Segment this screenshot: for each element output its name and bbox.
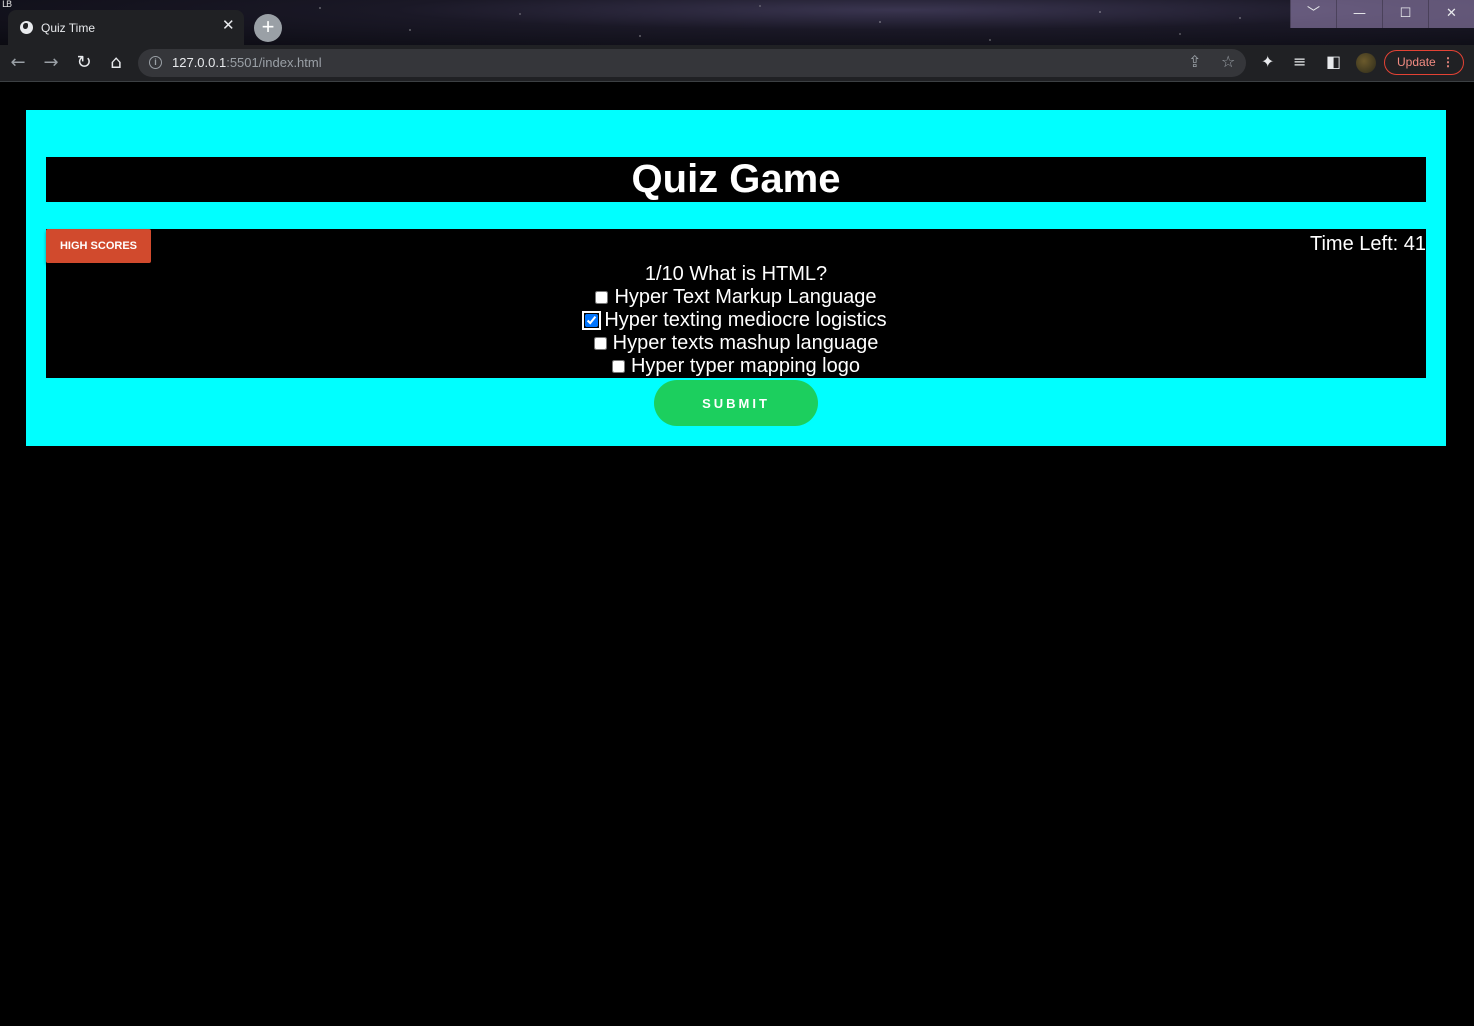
tab-search-icon[interactable]: ﹀	[1290, 0, 1336, 28]
browser-toolbar: ← → ↻ ⌂ i 127.0.0.1:5501/index.html ⇪ ☆ …	[0, 45, 1474, 82]
globe-icon	[20, 21, 33, 34]
share-icon[interactable]: ⇪	[1188, 52, 1201, 71]
close-tab-icon[interactable]: ✕	[222, 18, 235, 33]
choice-label: Hyper texting mediocre logistics	[604, 309, 887, 331]
address-bar[interactable]: i 127.0.0.1:5501/index.html ⇪ ☆	[138, 49, 1246, 77]
choice-checkbox[interactable]	[595, 291, 609, 304]
choice-item[interactable]: Hyper Text Markup Language	[46, 286, 1426, 309]
browser-tab[interactable]: Quiz Time ✕	[8, 10, 244, 45]
choice-checkbox[interactable]	[593, 337, 607, 350]
more-menu-icon[interactable]: ⋮	[1442, 51, 1454, 74]
update-button[interactable]: Update ⋮	[1384, 50, 1464, 75]
choice-checkbox[interactable]	[582, 311, 602, 330]
profile-avatar[interactable]	[1356, 53, 1376, 73]
close-window-icon[interactable]: ✕	[1428, 0, 1474, 28]
title-bar: Quiz Game	[46, 157, 1426, 202]
quiz-box: HIGH SCORES Time Left: 41 1/10 What is H…	[46, 229, 1426, 378]
choice-list: Hyper Text Markup Language Hyper texting…	[46, 286, 1426, 378]
browser-titlebar: LB Quiz Time ✕ + ﹀ — ☐ ✕	[0, 0, 1474, 45]
side-panel-icon[interactable]: ◧	[1326, 52, 1341, 71]
bookmark-star-icon[interactable]: ☆	[1221, 52, 1235, 71]
media-icon[interactable]: ≡	[1293, 52, 1306, 71]
submit-button[interactable]: SUBMIT	[654, 380, 818, 426]
back-icon[interactable]: ←	[6, 51, 30, 75]
home-icon[interactable]: ⌂	[104, 51, 128, 75]
window-controls: ﹀ — ☐ ✕	[1290, 0, 1474, 28]
choice-item[interactable]: Hyper texting mediocre logistics	[46, 309, 1426, 332]
question-text: 1/10 What is HTML?	[644, 263, 828, 285]
url-text: 127.0.0.1:5501/index.html	[172, 55, 322, 70]
update-label: Update	[1397, 55, 1436, 69]
forward-icon[interactable]: →	[39, 51, 63, 75]
reload-icon[interactable]: ↻	[72, 51, 96, 75]
choice-label: Hyper Text Markup Language	[614, 286, 877, 308]
maximize-icon[interactable]: ☐	[1382, 0, 1428, 28]
site-info-icon[interactable]: i	[149, 56, 162, 69]
extensions-icon[interactable]: ✦	[1261, 52, 1274, 71]
timer: Time Left: 41	[1310, 233, 1426, 255]
high-scores-button[interactable]: HIGH SCORES	[46, 229, 151, 263]
choice-item[interactable]: Hyper typer mapping logo	[46, 355, 1426, 378]
tab-title: Quiz Time	[41, 21, 96, 35]
new-tab-button[interactable]: +	[254, 14, 282, 42]
choice-checkbox[interactable]	[611, 360, 625, 373]
choice-label: Hyper texts mashup language	[612, 332, 879, 354]
choice-item[interactable]: Hyper texts mashup language	[46, 332, 1426, 355]
quiz-panel: Quiz Game HIGH SCORES Time Left: 41 1/10…	[26, 110, 1446, 446]
choice-label: Hyper typer mapping logo	[630, 355, 860, 377]
page-title: Quiz Game	[631, 157, 841, 201]
minimize-icon[interactable]: —	[1336, 0, 1382, 28]
corner-glyph: LB	[2, 0, 12, 10]
page-viewport: Quiz Game HIGH SCORES Time Left: 41 1/10…	[0, 82, 1474, 1026]
